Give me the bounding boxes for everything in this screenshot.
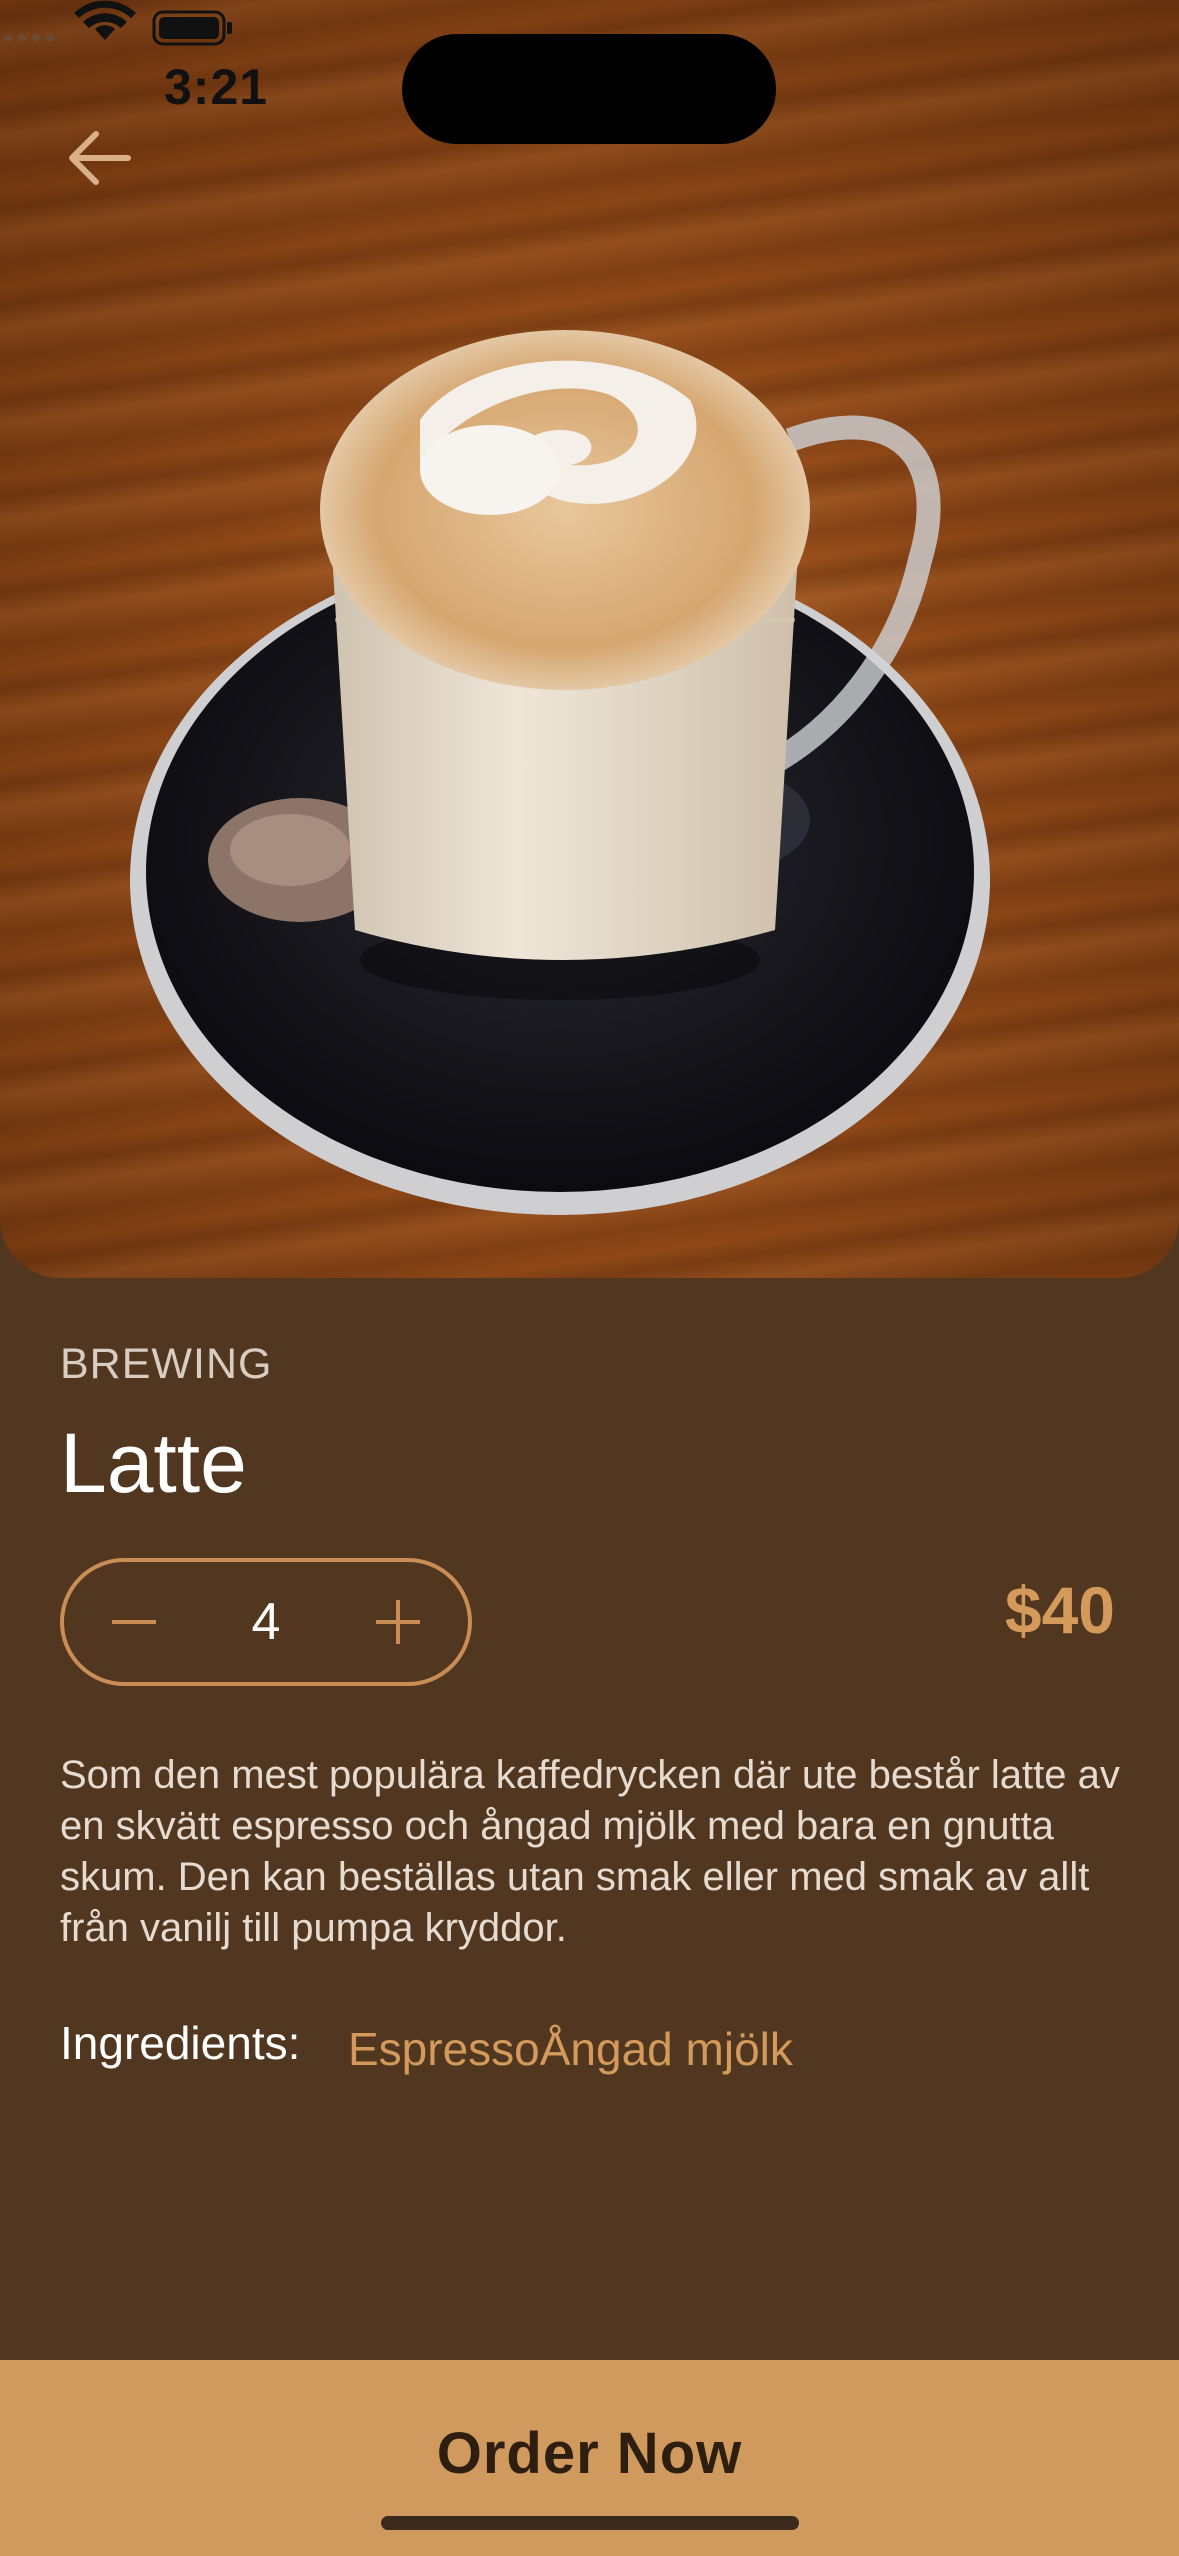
wifi-icon [74, 0, 136, 40]
increase-quantity-button[interactable] [348, 1562, 448, 1682]
latte-cup-illustration [130, 330, 990, 1215]
decrease-quantity-button[interactable] [84, 1562, 184, 1682]
product-title: Latte [60, 1416, 247, 1510]
plus-icon [376, 1600, 420, 1644]
quantity-stepper: 4 [60, 1558, 472, 1686]
product-category: BREWING [60, 1340, 273, 1388]
battery-icon [152, 10, 232, 46]
minus-icon [112, 1620, 156, 1624]
ingredients-list: EspressoÅngad mjölk [348, 2023, 793, 2075]
ingredients-label: Ingredients: [60, 2017, 301, 2069]
status-icons [4, 0, 232, 46]
dynamic-island [402, 34, 776, 144]
status-time: 3:21 [164, 59, 269, 115]
home-indicator [381, 2516, 799, 2530]
order-now-label: Order Now [436, 2421, 743, 2486]
back-button[interactable] [64, 128, 144, 208]
back-arrow-icon [69, 131, 131, 185]
signal-icon [4, 34, 54, 42]
product-image: 3:21 [0, 0, 1179, 1278]
product-price: $40 [1004, 1573, 1115, 1647]
product-description: Som den mest populära kaffedrycken där u… [60, 1753, 1120, 1950]
quantity-value: 4 [251, 1593, 281, 1651]
